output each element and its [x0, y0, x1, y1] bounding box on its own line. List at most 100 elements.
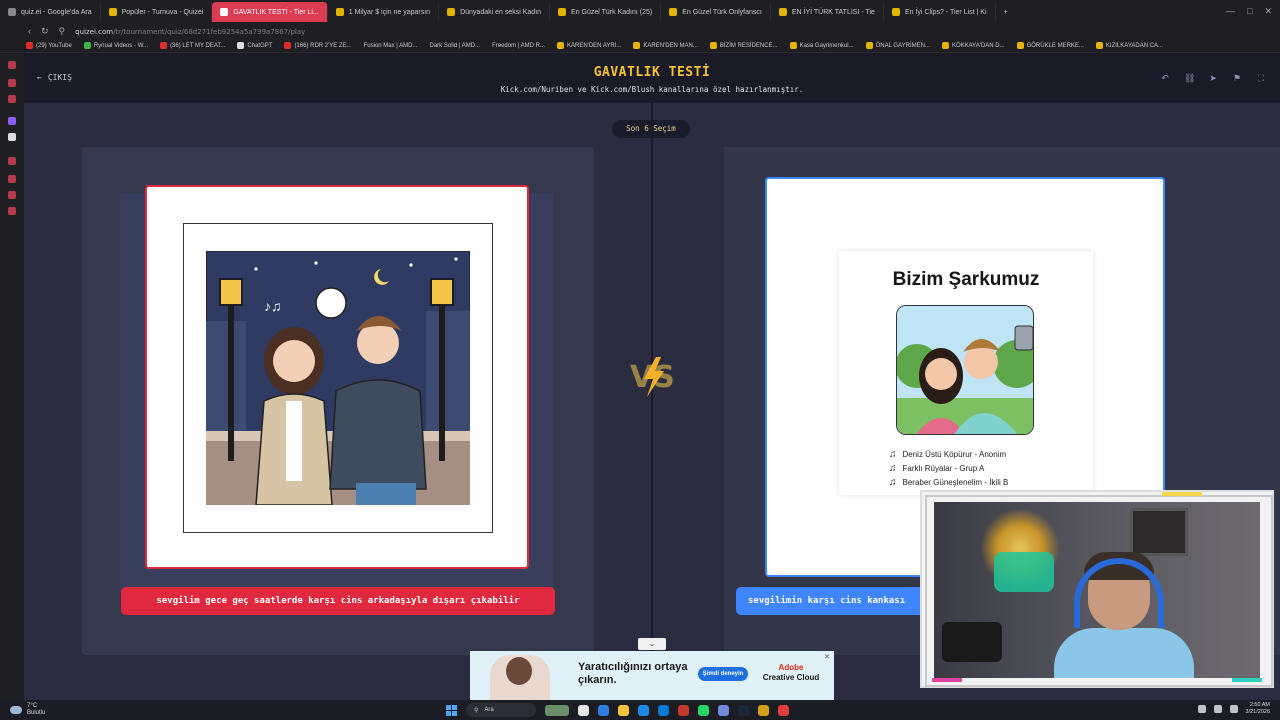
sahibinden-icon	[557, 42, 564, 49]
file-explorer-icon[interactable]	[618, 704, 629, 716]
bookmark-item[interactable]: KIZILKAYADAN CA...	[1095, 42, 1163, 49]
sahibinden-icon	[1016, 42, 1024, 49]
flag-icon[interactable]: ⚑	[1232, 73, 1242, 83]
copilot-icon[interactable]	[598, 704, 609, 716]
choice-label-left[interactable]: sevgilim gece geç saatlerde karşı cins a…	[121, 587, 555, 615]
sidebar-app-icon[interactable]	[8, 95, 16, 103]
discord-icon[interactable]	[718, 704, 729, 716]
sidebar-app-icon[interactable]	[8, 175, 16, 183]
night-walk-illustration: ♪♫	[206, 251, 470, 505]
undo-icon[interactable]: ↶	[1160, 73, 1170, 83]
bookmark-item[interactable]: ÖNAL GAYRİMEN...	[865, 42, 930, 49]
network-icon[interactable]	[1213, 705, 1222, 713]
track-item: ♫ Deniz Üstü Köpürur - Anonim	[889, 448, 1007, 460]
share-icon[interactable]: ➤	[1208, 73, 1218, 83]
music-note-icon: ♫	[889, 448, 897, 460]
youtube-icon	[26, 42, 33, 49]
sidebar-app-icon[interactable]	[8, 191, 16, 199]
windows-start-icon[interactable]	[446, 704, 457, 716]
edge-icon[interactable]	[638, 704, 649, 716]
ad-headline: Yaratıcılığınızı ortaya çıkarın.	[578, 661, 688, 686]
youtube-icon	[160, 42, 168, 49]
sahibinden-icon	[633, 42, 641, 49]
kick-icon	[83, 42, 91, 49]
bookmark-item[interactable]: KÖKKAYA'DAN D...	[941, 42, 1005, 49]
quizei-favicon-icon	[335, 8, 344, 16]
tab-en-guzel-onlyfansci[interactable]: En Güzel Türk Onlyfanscı	[661, 2, 771, 22]
task-view-icon[interactable]	[578, 704, 589, 716]
bookmark-item[interactable]: Dark Solid | AMD...	[430, 43, 481, 49]
back-icon[interactable]: ‹	[28, 27, 31, 36]
twitch-icon[interactable]	[8, 117, 16, 125]
ad-collapse-toggle[interactable]: ⌄	[638, 638, 666, 650]
choice-card-left[interactable]: ♪♫	[145, 185, 529, 569]
bookmark-item[interactable]: (29) YouTube	[26, 42, 72, 49]
whatsapp-icon[interactable]	[698, 704, 709, 716]
quiz-toolbar: ↶ ⛓ ➤ ⚑ ⛶	[1160, 73, 1266, 83]
bookmark-item[interactable]: (166) RDR 2'YE ZE...	[284, 42, 352, 49]
link-icon[interactable]: ⛓	[1184, 73, 1195, 83]
ad-person-head	[506, 657, 532, 685]
track-list: ♫ Deniz Üstü Köpürur - Anonim ♫ Farklı Rüy…	[889, 447, 1008, 489]
tab-en-iyi-clips[interactable]: En İyi Clips? - Tier List | Ki	[884, 2, 996, 22]
street-lamp-icon	[228, 291, 234, 461]
cloud-icon	[10, 706, 22, 714]
bookmark-item[interactable]: KAREN'DEN AYRI...	[557, 42, 621, 49]
search-icon: ⚲	[474, 707, 479, 714]
bookmark-item[interactable]: BİZİM RESİDENCE...	[709, 42, 778, 49]
bookmark-item[interactable]: ChatGPT	[237, 42, 272, 49]
bookmark-item[interactable]: Kasa Gayrimenkul...	[789, 42, 854, 49]
maximize-icon[interactable]: □	[1247, 6, 1252, 17]
clock[interactable]: 2:50 AM 3/21/2026	[1246, 702, 1270, 716]
tab-gavatlik-testi[interactable]: GAVATLIK TESTİ - Tier Li...	[212, 2, 328, 22]
quiz-title: GAVATLIK TESTİ	[593, 65, 711, 80]
tab-en-guzel-turk-kadini[interactable]: En Güzel Türk Kadını (25)	[550, 2, 662, 22]
browser-side-rail	[0, 53, 24, 700]
ad-cta-button[interactable]: Şimdi deneyin	[698, 667, 748, 681]
quizei-favicon-icon	[108, 8, 117, 16]
fullscreen-icon[interactable]: ⛶	[1256, 73, 1266, 83]
obs-icon[interactable]	[778, 704, 789, 716]
sahibinden-icon	[941, 42, 949, 49]
track-item: ♫ Farklı Rüyalar - Grup A	[889, 462, 985, 474]
site-info-icon[interactable]: ⚲	[59, 27, 66, 36]
selfie-illustration	[896, 305, 1034, 435]
new-tab-button[interactable]: +	[996, 2, 1016, 22]
steam-icon[interactable]	[738, 704, 749, 716]
widgets-icon[interactable]	[545, 704, 569, 716]
sidebar-app-icon[interactable]	[8, 207, 16, 215]
phone-icon	[1014, 325, 1033, 351]
weather-widget[interactable]: 7°C Bulutlu	[10, 703, 45, 717]
close-window-icon[interactable]: ✕	[1264, 6, 1272, 17]
app-icon[interactable]	[758, 704, 769, 716]
chevron-up-icon[interactable]	[1197, 705, 1206, 713]
opera-icon[interactable]	[678, 704, 689, 716]
volume-icon[interactable]	[1229, 705, 1238, 713]
x-icon[interactable]	[8, 133, 16, 141]
music-note-icon: ♫	[889, 476, 897, 488]
ad-close-icon[interactable]: ✕	[824, 653, 830, 661]
tab-google-search[interactable]: quiz.ei - Google'da Ara	[0, 2, 101, 22]
tab-1-milyar[interactable]: 1 Milyar $ için ne yaparsın	[328, 2, 440, 22]
store-icon[interactable]	[658, 704, 669, 716]
sidebar-app-icon[interactable]	[8, 157, 16, 165]
adobe-ad-banner[interactable]: Yaratıcılığınızı ortaya çıkarın. Şimdi d…	[470, 651, 834, 700]
bookmark-item[interactable]: Rynual Videos - W...	[83, 42, 148, 49]
bookmark-item[interactable]: Fusion Max | AMD...	[364, 43, 418, 49]
tab-dunyadaki[interactable]: Dünyadaki en seksi Kadın	[439, 2, 551, 22]
bookmark-item[interactable]: KAREN'DEN MAN...	[633, 42, 698, 49]
bookmark-item[interactable]: (36) LET MY DEAT...	[160, 42, 225, 49]
tab-en-iyi-turk-tatlisi[interactable]: EN İYİ TÜRK TATLISI - Tie	[771, 2, 884, 22]
quizei-favicon-icon	[669, 8, 678, 16]
tab-populer[interactable]: Popüler - Turnuva - Quizei	[101, 2, 213, 22]
sidebar-app-icon[interactable]	[8, 61, 16, 69]
reload-icon[interactable]: ↻	[41, 27, 49, 36]
url-field[interactable]: quizei.com/tr/tournament/quiz/68d271feb9…	[75, 28, 305, 36]
minimize-icon[interactable]: —	[1226, 6, 1235, 17]
system-tray: 2:50 AM 3/21/2026	[1197, 702, 1270, 716]
bookmark-item[interactable]: GÖRÜKLE MERKE...	[1016, 42, 1084, 49]
bookmark-item[interactable]: Freedom | AMD R...	[492, 43, 545, 49]
webcam-overlay	[920, 490, 1274, 688]
sidebar-app-icon[interactable]	[8, 79, 16, 87]
taskbar-search[interactable]: ⚲ Ara	[466, 703, 536, 717]
